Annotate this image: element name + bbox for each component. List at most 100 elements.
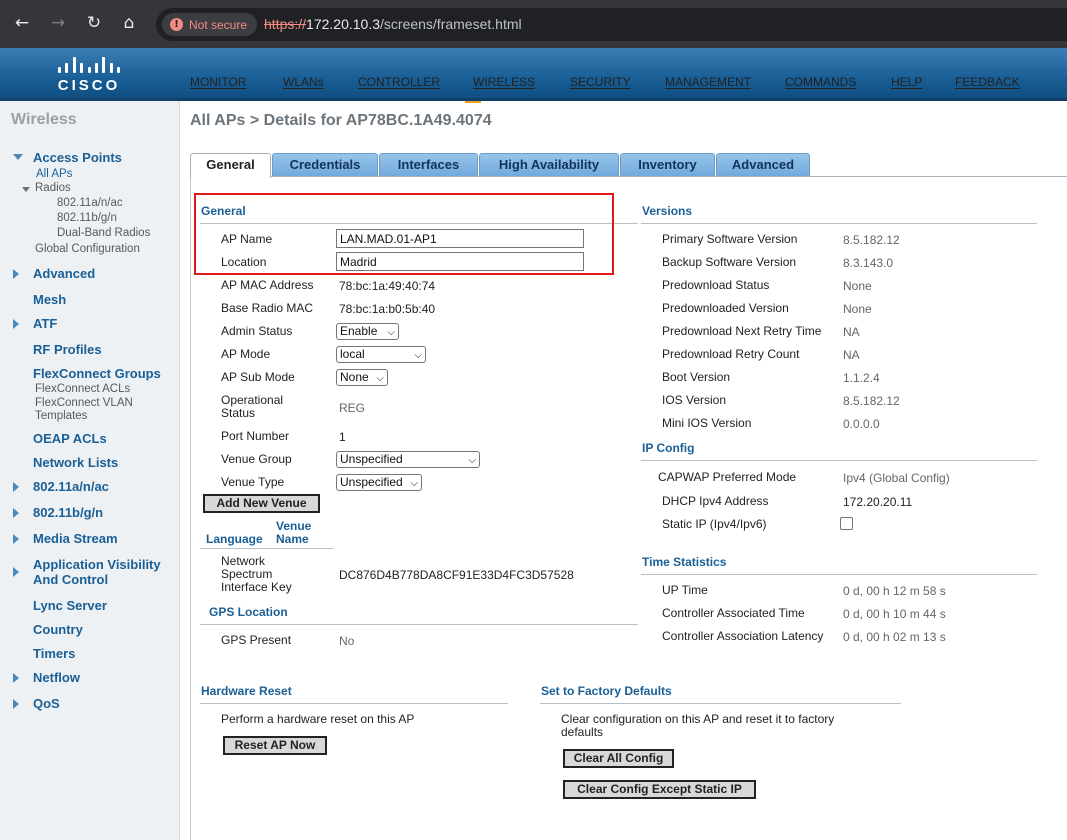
- sidebar-item-mesh[interactable]: Mesh: [33, 292, 66, 307]
- sidebar-title: Wireless: [11, 111, 77, 128]
- time-stat-row-value: 0 d, 00 h 02 m 13 s: [843, 630, 946, 644]
- capwap-mode-value: Ipv4 (Global Config): [843, 471, 950, 485]
- version-row-label: Predownload Status: [662, 278, 770, 292]
- home-icon[interactable]: ⌂: [118, 12, 140, 34]
- sidebar-item-atf[interactable]: ATF: [33, 316, 57, 331]
- sidebar-item-flexconnect-acls[interactable]: FlexConnect ACLs: [35, 383, 130, 395]
- app-header: CISCO MONITOR WLANs CONTROLLER WIRELESS …: [0, 48, 1067, 103]
- venue-group-value: Unspecified: [340, 452, 403, 466]
- admin-status-label: Admin Status: [221, 324, 293, 338]
- back-icon[interactable]: ←: [11, 12, 33, 34]
- sidebar-item-app-visibility-line2[interactable]: And Control: [33, 572, 108, 587]
- tab-general[interactable]: General: [190, 153, 271, 178]
- collapsed-arrow-icon[interactable]: [13, 673, 19, 683]
- sidebar-item-all-aps[interactable]: All APs: [36, 168, 72, 180]
- address-bar[interactable]: ! Not secure https://172.20.10.3/screens…: [156, 8, 1067, 41]
- reset-ap-now-button[interactable]: Reset AP Now: [223, 736, 327, 755]
- port-number-label: Port Number: [221, 429, 290, 443]
- sidebar-item-media-stream[interactable]: Media Stream: [33, 531, 118, 546]
- collapsed-arrow-icon[interactable]: [13, 567, 19, 577]
- tab-advanced[interactable]: Advanced: [716, 153, 810, 177]
- sidebar-item-country[interactable]: Country: [33, 622, 83, 637]
- sidebar-item-app-visibility[interactable]: Application Visibility: [33, 557, 161, 572]
- collapsed-arrow-icon[interactable]: [13, 699, 19, 709]
- static-ip-checkbox[interactable]: [840, 517, 853, 530]
- tab-high-availability[interactable]: High Availability: [479, 153, 619, 177]
- sidebar-item-advanced[interactable]: Advanced: [33, 266, 95, 281]
- url-text[interactable]: https://172.20.10.3/screens/frameset.htm…: [264, 16, 522, 32]
- reload-icon[interactable]: ↻: [83, 12, 105, 34]
- collapsed-arrow-icon[interactable]: [13, 534, 19, 544]
- venue-group-select[interactable]: Unspecified ⌵: [336, 451, 480, 468]
- sidebar-item-timers[interactable]: Timers: [33, 646, 75, 661]
- security-label: Not secure: [189, 17, 248, 32]
- sidebar: Wireless Access Points All APs Radios 80…: [0, 101, 180, 840]
- tab-interfaces[interactable]: Interfaces: [379, 153, 478, 177]
- collapsed-arrow-icon[interactable]: [13, 319, 19, 329]
- radios-expanded-icon[interactable]: [22, 187, 30, 192]
- page-title: All APs > Details for AP78BC.1A49.4074: [190, 112, 492, 129]
- language-column-header: Language: [206, 532, 263, 546]
- tab-inventory[interactable]: Inventory: [620, 153, 715, 177]
- sidebar-item-band-a[interactable]: 802.11a/n/ac: [33, 479, 109, 494]
- ap-sub-mode-select[interactable]: None ⌵: [336, 369, 388, 386]
- sidebar-item-flexconnect-groups[interactable]: FlexConnect Groups: [33, 366, 161, 381]
- version-row-label: Primary Software Version: [662, 232, 798, 246]
- security-indicator[interactable]: ! Not secure: [162, 13, 258, 36]
- chevron-down-icon: ⌵: [468, 455, 476, 466]
- venue-type-select[interactable]: Unspecified ⌵: [336, 474, 422, 491]
- add-new-venue-button[interactable]: Add New Venue: [203, 494, 320, 513]
- sidebar-item-lync-server[interactable]: Lync Server: [33, 598, 107, 613]
- tab-credentials[interactable]: Credentials: [272, 153, 378, 177]
- url-protocol: https://: [264, 16, 307, 32]
- chevron-down-icon: ⌵: [376, 373, 384, 384]
- browser-toolbar: ← → ↻ ⌂ ! Not secure https://172.20.10.3…: [0, 0, 1067, 48]
- ap-mode-select[interactable]: local ⌵: [336, 346, 426, 363]
- collapsed-arrow-icon[interactable]: [13, 269, 19, 279]
- forward-icon[interactable]: →: [47, 12, 69, 34]
- ap-sub-mode-value: None: [340, 370, 369, 384]
- version-row-label: Predownload Retry Count: [662, 347, 800, 361]
- version-row-label: Predownload Next Retry Time: [662, 324, 822, 338]
- warning-icon: !: [170, 18, 183, 31]
- divider: [641, 223, 1037, 224]
- clear-config-except-static-ip-button[interactable]: Clear Config Except Static IP: [563, 780, 756, 799]
- sidebar-item-network-lists[interactable]: Network Lists: [33, 455, 118, 470]
- collapsed-arrow-icon[interactable]: [13, 482, 19, 492]
- sidebar-item-dual-band[interactable]: Dual-Band Radios: [57, 227, 150, 239]
- operational-status-value: REG: [339, 401, 366, 415]
- time-stat-row-label: UP Time: [662, 583, 708, 597]
- version-row-value: 8.5.182.12: [843, 394, 900, 408]
- sidebar-item-global-config[interactable]: Global Configuration: [35, 243, 140, 255]
- sidebar-item-netflow[interactable]: Netflow: [33, 670, 80, 685]
- sidebar-item-access-points[interactable]: Access Points: [33, 150, 122, 165]
- clear-all-config-button[interactable]: Clear All Config: [563, 749, 674, 768]
- collapsed-arrow-icon[interactable]: [13, 508, 19, 518]
- sidebar-item-radios[interactable]: Radios: [35, 182, 71, 194]
- chevron-down-icon: ⌵: [387, 327, 395, 338]
- ap-mac-value: 78:bc:1a:49:40:74: [339, 279, 436, 293]
- version-row-label: Mini IOS Version: [662, 416, 752, 430]
- divider: [641, 574, 1037, 575]
- time-stat-row-label: Controller Associated Time: [662, 606, 805, 620]
- sidebar-item-oeap-acls[interactable]: OEAP ACLs: [33, 431, 107, 446]
- sidebar-item-rf-profiles[interactable]: RF Profiles: [33, 342, 102, 357]
- expanded-arrow-icon[interactable]: [13, 154, 23, 160]
- divider: [540, 703, 901, 704]
- sidebar-item-radio-b[interactable]: 802.11b/g/n: [57, 212, 117, 224]
- sidebar-item-flexconnect-vlan[interactable]: FlexConnect VLAN: [35, 397, 133, 409]
- sidebar-item-band-b[interactable]: 802.11b/g/n: [33, 505, 103, 520]
- hardware-reset-description: Perform a hardware reset on this AP: [221, 712, 415, 726]
- ap-mode-label: AP Mode: [221, 347, 271, 361]
- time-stat-row-value: 0 d, 00 h 10 m 44 s: [843, 607, 946, 621]
- version-row-value: 1.1.2.4: [843, 371, 880, 385]
- ap-mac-label: AP MAC Address: [221, 278, 314, 292]
- nsi-key-value: DC876D4B778DA8CF91E33D4FC3D57528: [339, 568, 574, 582]
- version-row-value: None: [843, 279, 872, 293]
- dhcp-address-label: DHCP Ipv4 Address: [662, 494, 769, 508]
- nsi-key-label-line3: Interface Key: [221, 580, 292, 594]
- sidebar-item-radio-a[interactable]: 802.11a/n/ac: [57, 197, 123, 209]
- sidebar-item-qos[interactable]: QoS: [33, 696, 60, 711]
- sidebar-item-flexconnect-vlan-templates[interactable]: Templates: [35, 410, 87, 422]
- admin-status-select[interactable]: Enable ⌵: [336, 323, 399, 340]
